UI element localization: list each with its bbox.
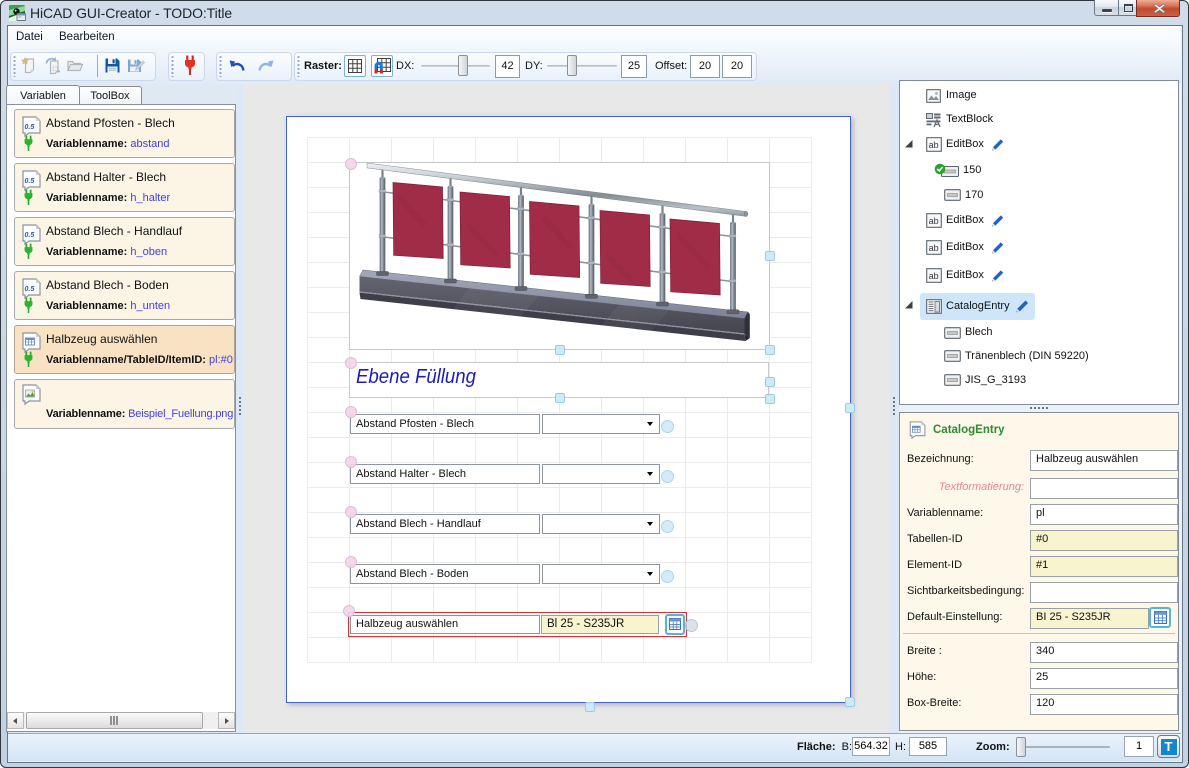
svg-text:ab: ab xyxy=(929,216,939,226)
svg-text:ab: ab xyxy=(929,243,939,253)
svg-text:0.5: 0.5 xyxy=(25,178,35,185)
svg-text:ab: ab xyxy=(929,140,939,150)
svg-text:0.5: 0.5 xyxy=(25,232,35,239)
svg-text:0.5: 0.5 xyxy=(25,286,35,293)
svg-text:0.5: 0.5 xyxy=(25,124,35,131)
svg-text:ab: ab xyxy=(929,271,939,281)
